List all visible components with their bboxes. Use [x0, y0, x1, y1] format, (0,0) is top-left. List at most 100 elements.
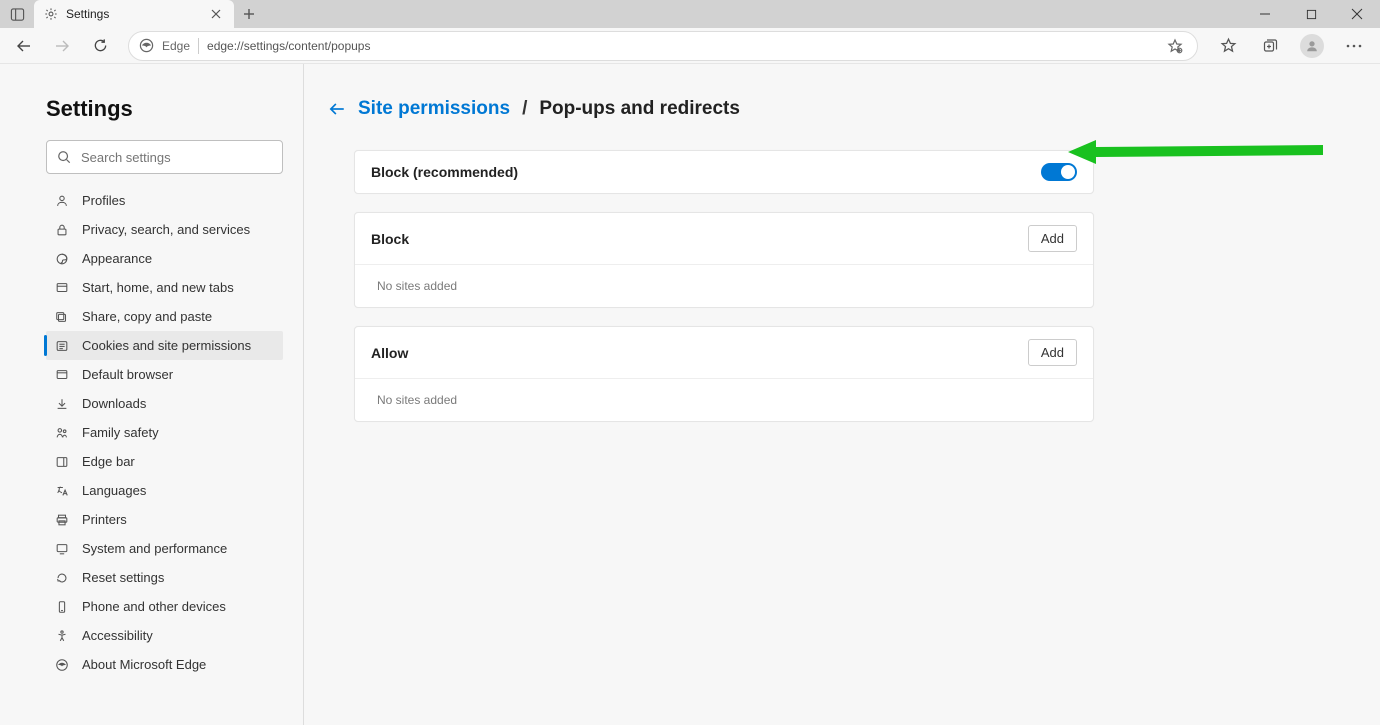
sidebar-item-accessibility[interactable]: Accessibility [46, 621, 283, 650]
back-button[interactable] [8, 30, 40, 62]
window-close-button[interactable] [1334, 0, 1380, 28]
accessibility-icon [54, 629, 70, 643]
avatar-icon [1300, 34, 1324, 58]
sidebar-item-system[interactable]: System and performance [46, 534, 283, 563]
sidebar-item-start[interactable]: Start, home, and new tabs [46, 273, 283, 302]
address-bar-url: edge://settings/content/popups [207, 39, 1155, 53]
sidebar-item-label: Appearance [82, 251, 152, 266]
allow-add-button[interactable]: Add [1028, 339, 1077, 366]
close-tab-button[interactable] [208, 6, 224, 22]
refresh-button[interactable] [84, 30, 116, 62]
sidebar-item-reset[interactable]: Reset settings [46, 563, 283, 592]
settings-nav-list: Profiles Privacy, search, and services A… [46, 186, 283, 679]
favorites-button[interactable] [1210, 30, 1246, 62]
titlebar: Settings [0, 0, 1380, 28]
edge-logo-icon [139, 38, 154, 53]
sidebar-item-label: About Microsoft Edge [82, 657, 206, 672]
breadcrumb-separator: / [522, 98, 527, 120]
sidebar-item-label: Default browser [82, 367, 173, 382]
profile-button[interactable] [1294, 30, 1330, 62]
edge-icon [54, 658, 70, 672]
sidebar-item-label: Phone and other devices [82, 599, 226, 614]
sidebar-item-label: Downloads [82, 396, 146, 411]
tab-title: Settings [66, 7, 200, 21]
sidebar-item-edgebar[interactable]: Edge bar [46, 447, 283, 476]
card-block-recommended: Block (recommended) [354, 150, 1094, 194]
block-add-button[interactable]: Add [1028, 225, 1077, 252]
window-minimize-button[interactable] [1242, 0, 1288, 28]
family-icon [54, 426, 70, 440]
settings-search[interactable] [46, 140, 283, 174]
sidebar-item-family[interactable]: Family safety [46, 418, 283, 447]
sidebar-item-label: Start, home, and new tabs [82, 280, 234, 295]
sidebar-item-default-browser[interactable]: Default browser [46, 360, 283, 389]
language-icon [54, 484, 70, 498]
breadcrumb-current: Pop-ups and redirects [539, 98, 740, 120]
share-icon [54, 310, 70, 324]
collections-button[interactable] [1252, 30, 1288, 62]
sidebar-item-label: Languages [82, 483, 146, 498]
sidebar-item-label: Family safety [82, 425, 159, 440]
address-bar-brand: Edge [162, 39, 190, 53]
profile-icon [54, 194, 70, 208]
sidebar-item-label: Privacy, search, and services [82, 222, 250, 237]
paint-icon [54, 252, 70, 266]
printer-icon [54, 513, 70, 527]
sidebar-item-label: Edge bar [82, 454, 135, 469]
vertical-tabs-button[interactable] [0, 0, 34, 28]
browser-icon [54, 368, 70, 382]
lock-icon [54, 223, 70, 237]
search-icon [57, 150, 71, 164]
block-list-label: Block [371, 231, 409, 247]
sidebar-item-label: Printers [82, 512, 127, 527]
breadcrumb-link-site-permissions[interactable]: Site permissions [358, 98, 510, 120]
forward-button[interactable] [46, 30, 78, 62]
sidebar-item-label: Reset settings [82, 570, 164, 585]
sidebar-item-phone[interactable]: Phone and other devices [46, 592, 283, 621]
sidebar-item-profiles[interactable]: Profiles [46, 186, 283, 215]
allow-list-empty: No sites added [355, 378, 1093, 421]
sidebar-item-label: Profiles [82, 193, 125, 208]
sidebar-item-label: System and performance [82, 541, 227, 556]
settings-main: Site permissions / Pop-ups and redirects… [304, 64, 1380, 725]
sidebar-item-languages[interactable]: Languages [46, 476, 283, 505]
allow-list-label: Allow [371, 345, 408, 361]
breadcrumb-back-button[interactable] [328, 100, 346, 118]
settings-sidebar: Settings Profiles Privacy, search, and s… [0, 64, 304, 725]
cookie-icon [54, 339, 70, 353]
annotation-arrow [1068, 132, 1328, 172]
toolbar: Edge edge://settings/content/popups [0, 28, 1380, 64]
block-list-empty: No sites added [355, 264, 1093, 307]
address-bar[interactable]: Edge edge://settings/content/popups [128, 31, 1198, 61]
settings-search-input[interactable] [79, 149, 272, 166]
sidebar-item-privacy[interactable]: Privacy, search, and services [46, 215, 283, 244]
sidebar-item-appearance[interactable]: Appearance [46, 244, 283, 273]
sidebar-item-downloads[interactable]: Downloads [46, 389, 283, 418]
reading-list-icon[interactable] [1163, 30, 1187, 62]
sidebar-item-printers[interactable]: Printers [46, 505, 283, 534]
gear-icon [44, 7, 58, 21]
sidebar-icon [54, 455, 70, 469]
sidebar-item-share[interactable]: Share, copy and paste [46, 302, 283, 331]
browser-tab-settings[interactable]: Settings [34, 0, 234, 28]
block-recommended-toggle[interactable] [1041, 163, 1077, 181]
window-maximize-button[interactable] [1288, 0, 1334, 28]
sidebar-item-label: Cookies and site permissions [82, 338, 251, 353]
sidebar-item-cookies[interactable]: Cookies and site permissions [46, 331, 283, 360]
card-allow-list: Allow Add No sites added [354, 326, 1094, 422]
sidebar-title: Settings [46, 96, 283, 122]
system-icon [54, 542, 70, 556]
sidebar-item-label: Share, copy and paste [82, 309, 212, 324]
phone-icon [54, 600, 70, 614]
breadcrumb: Site permissions / Pop-ups and redirects [328, 98, 1320, 120]
menu-button[interactable] [1336, 30, 1372, 62]
sidebar-item-label: Accessibility [82, 628, 153, 643]
reset-icon [54, 571, 70, 585]
block-recommended-label: Block (recommended) [371, 164, 518, 180]
new-tab-button[interactable] [234, 0, 264, 28]
card-block-list: Block Add No sites added [354, 212, 1094, 308]
power-icon [54, 281, 70, 295]
sidebar-item-about[interactable]: About Microsoft Edge [46, 650, 283, 679]
divider [198, 38, 199, 54]
download-icon [54, 397, 70, 411]
